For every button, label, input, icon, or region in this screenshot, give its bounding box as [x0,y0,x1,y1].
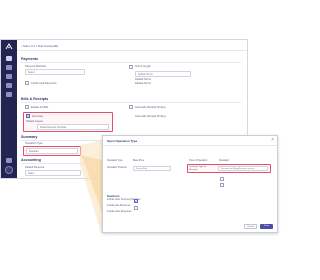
terms-length-label: Terms Length [135,65,151,68]
dialog-field2-label: Operation Products [107,167,127,169]
default-layout-select[interactable]: Default Receipt Template [37,124,109,130]
accounting-section-title: Accounting [21,158,41,162]
payments-section-title: Payments [21,57,38,61]
dialog-field3-select[interactable]: Project Blue [133,166,171,171]
dialog-highlight-label: Operation Type for Revenue [189,166,207,171]
breadcrumb: ‹ Sales CA / Test Card (edit) [21,43,58,50]
payment-method-label: Payment Methods [25,65,46,68]
dialog-field4-label: Type of Operation [189,160,208,162]
dialog-row1-checkbox[interactable]: ✓ [134,199,138,203]
dialog-title: Open Operation Type [107,139,138,143]
bills-divider [21,102,241,103]
operation-type-dialog: Open Operation Type × Operation Type Ope… [102,135,278,233]
default-layout-label: Default Layout [26,120,43,123]
dialog-right-checkbox-2[interactable] [220,183,224,187]
contacts-icon[interactable] [6,74,12,79]
help-icon[interactable] [6,158,12,163]
dialog-highlight-select[interactable]: Revenue on Billing/Revenue Invoice [218,166,268,171]
summary-field-select[interactable]: Standard [26,148,78,154]
dialog-row3-label: Include other Revenues [107,211,132,213]
dialog-section-title: Sections [107,194,120,198]
dialog-field1-label: Operation Type [107,160,123,162]
dialog-header-divider [103,145,277,146]
summary-section-title: Summary [21,135,38,139]
bills-section-title: Bills & Receipts [21,97,49,101]
avatar[interactable] [5,166,13,174]
terms2-label: Default Terms [135,78,151,81]
breadcrumb-back-link[interactable]: ‹ Sales CA [21,44,35,48]
dialog-field3-label: Base Price [133,160,145,162]
nav-rail [1,40,17,178]
bills-right-label: Automatic Receipt Printing [135,115,166,118]
terms3-label: Default Terms [135,82,151,85]
settings-icon[interactable] [6,92,12,97]
reports-icon[interactable] [6,83,12,88]
app-logo-icon [5,43,13,50]
documents-icon[interactable] [6,65,12,70]
close-icon[interactable]: × [271,137,274,144]
dialog-row2-checkbox[interactable] [134,206,138,210]
payments-divider [21,62,241,63]
dialog-right-checkbox-1[interactable] [220,177,224,181]
cancel-button[interactable]: Cancel [244,224,257,229]
summary-field-label: Operation Type [25,142,43,145]
terms-select[interactable]: Default Terms [135,71,191,77]
enable-bills-checkbox[interactable] [25,105,29,109]
accounting-field-select[interactable]: Sales [25,170,81,176]
dialog-field5-label: Operation [219,160,230,162]
enable-bills-label: Enable for Bills [31,106,49,109]
header-divider [17,50,247,51]
home-icon[interactable] [6,56,12,61]
summary-checkbox[interactable]: ✓ [26,114,30,118]
breadcrumb-current: Test Card (edit) [37,44,59,48]
save-button[interactable]: Save [260,224,273,229]
credit-card-label: Credit Card Payments [31,82,57,85]
payment-method-select[interactable]: Select [25,69,85,75]
auto-receipt-checkbox[interactable] [129,105,133,109]
credit-card-checkbox[interactable] [25,81,29,85]
accounting-field-label: Default Revenue [25,166,45,169]
auto-receipt-label: Automatic Receipt Printing [135,106,166,109]
terms-checkbox[interactable] [129,65,133,69]
dialog-row2-label: Include also Revenues [107,205,131,207]
summary-checkbox-label: Summary [32,115,44,118]
